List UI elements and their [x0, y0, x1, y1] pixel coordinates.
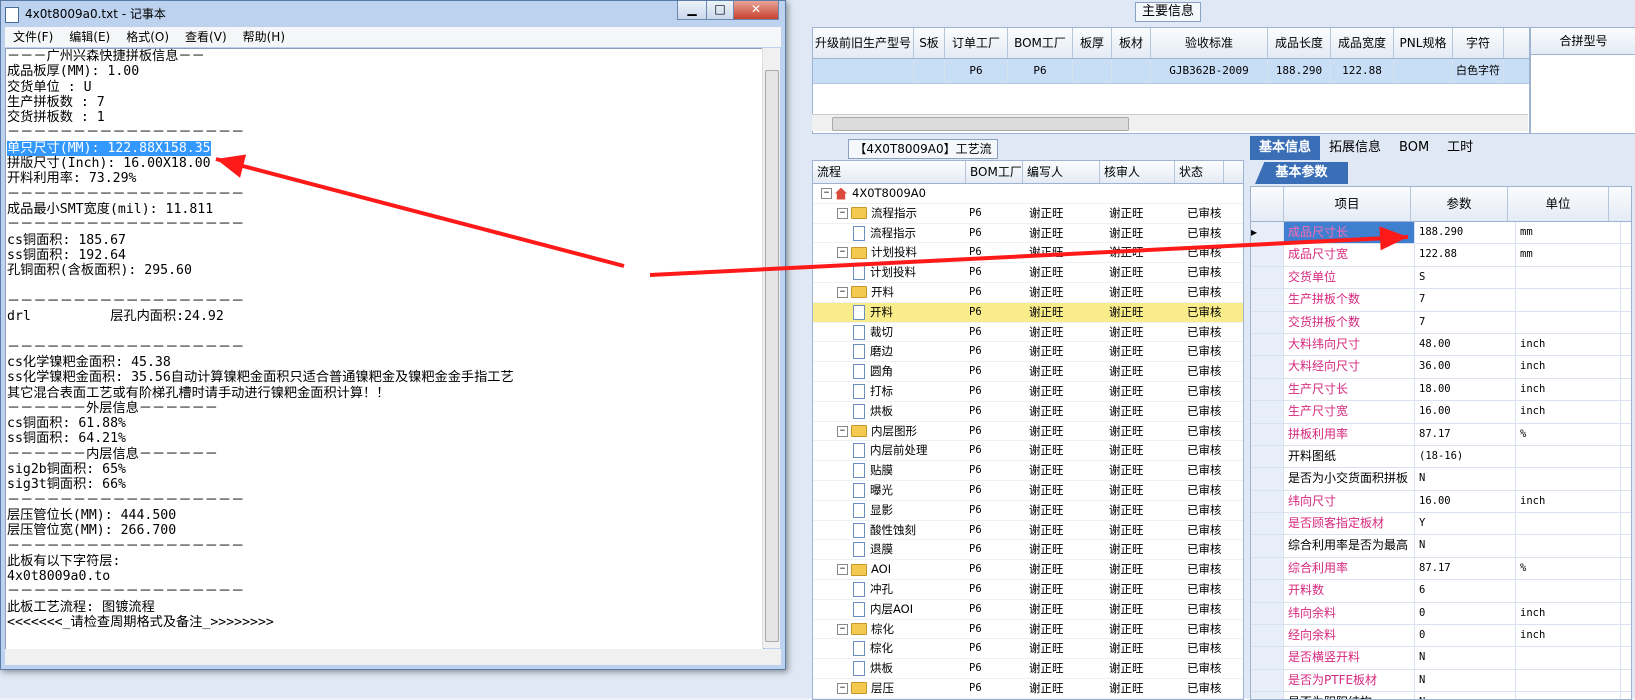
annotation-arrows: [215, 154, 1409, 277]
arrow-to-size-head: [216, 154, 247, 178]
arrow-to-param-line: [649, 235, 1409, 277]
arrow-to-param-head: [1379, 226, 1408, 251]
arrow-to-size-line: [215, 157, 625, 268]
